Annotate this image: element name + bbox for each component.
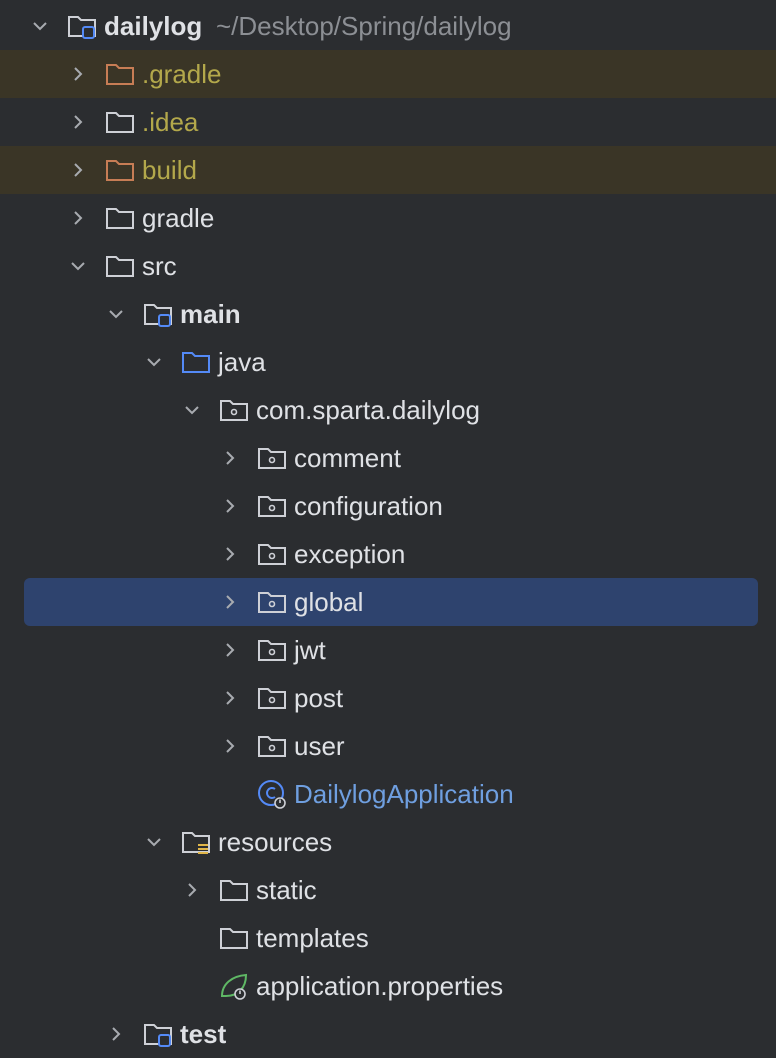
tree-row-comment[interactable]: comment — [0, 434, 776, 482]
package-icon — [258, 448, 286, 469]
tree-root-label: dailylog — [104, 11, 203, 41]
tree-row-dailylog-application[interactable]: DailylogApplication — [0, 770, 776, 818]
tree-item-label: DailylogApplication — [294, 779, 514, 809]
tree-item-label: main — [180, 299, 241, 329]
tree-item-label: java — [218, 347, 266, 377]
tree-item-label: jwt — [294, 635, 326, 665]
tree-item-label: .gradle — [142, 59, 222, 89]
tree-row-configuration[interactable]: configuration — [0, 482, 776, 530]
package-icon — [258, 592, 286, 613]
package-icon — [258, 688, 286, 709]
chevron-right-icon[interactable] — [220, 640, 240, 660]
tree-row-test[interactable]: test — [0, 1010, 776, 1058]
tree-row-application-properties[interactable]: application.properties — [0, 962, 776, 1010]
tree-item-label: configuration — [294, 491, 443, 521]
tree-item-label: static — [256, 875, 317, 905]
tree-item-label: comment — [294, 443, 401, 473]
tree-row-java[interactable]: java — [0, 338, 776, 386]
chevron-right-icon[interactable] — [220, 496, 240, 516]
package-icon — [220, 400, 248, 421]
tree-row-static[interactable]: static — [0, 866, 776, 914]
tree-row-root[interactable]: dailylog ~/Desktop/Spring/dailylog — [0, 2, 776, 50]
tree-item-label: src — [142, 251, 177, 281]
chevron-right-icon[interactable] — [220, 736, 240, 756]
folder-icon — [220, 928, 248, 949]
tree-item-label: global — [294, 587, 364, 617]
chevron-right-icon[interactable] — [220, 592, 240, 612]
tree-item-label: test — [180, 1019, 227, 1049]
tree-row-global[interactable]: global — [0, 578, 776, 626]
tree-root-path: ~/Desktop/Spring/dailylog — [216, 11, 512, 41]
package-icon — [258, 736, 286, 757]
spring-boot-class-icon — [258, 780, 286, 809]
tree-row-root-package[interactable]: com.sparta.dailylog — [0, 386, 776, 434]
chevron-down-icon[interactable] — [144, 352, 164, 372]
tree-row-resources[interactable]: resources — [0, 818, 776, 866]
tree-row-main[interactable]: main — [0, 290, 776, 338]
tree-row-post[interactable]: post — [0, 674, 776, 722]
chevron-down-icon[interactable] — [68, 256, 88, 276]
chevron-right-icon[interactable] — [182, 880, 202, 900]
tree-item-label: exception — [294, 539, 406, 569]
chevron-right-icon[interactable] — [220, 688, 240, 708]
folder-icon — [106, 208, 134, 229]
resources-folder-icon — [182, 832, 210, 854]
chevron-right-icon[interactable] — [68, 64, 88, 84]
package-icon — [258, 544, 286, 565]
module-folder-icon — [144, 304, 172, 327]
module-folder-icon — [68, 16, 96, 39]
source-folder-icon — [182, 352, 210, 373]
tree-row-templates[interactable]: templates — [0, 914, 776, 962]
package-icon — [258, 496, 286, 517]
chevron-down-icon[interactable] — [30, 16, 50, 36]
package-icon — [258, 640, 286, 661]
tree-row-idea[interactable]: .idea — [0, 98, 776, 146]
tree-item-label: build — [142, 155, 197, 185]
folder-icon — [106, 112, 134, 133]
chevron-right-icon[interactable] — [68, 208, 88, 228]
folder-excluded-icon — [106, 160, 134, 181]
chevron-right-icon[interactable] — [68, 112, 88, 132]
chevron-down-icon[interactable] — [182, 400, 202, 420]
folder-excluded-icon — [106, 64, 134, 85]
tree-row-jwt[interactable]: jwt — [0, 626, 776, 674]
tree-row-gradle[interactable]: gradle — [0, 194, 776, 242]
module-folder-icon — [144, 1024, 172, 1047]
tree-item-label: .idea — [142, 107, 199, 137]
tree-row-build[interactable]: build — [0, 146, 776, 194]
folder-icon — [106, 256, 134, 277]
tree-row-user[interactable]: user — [0, 722, 776, 770]
tree-row-src[interactable]: src — [0, 242, 776, 290]
tree-item-label: templates — [256, 923, 369, 953]
chevron-right-icon[interactable] — [220, 448, 240, 468]
project-tree: dailylog ~/Desktop/Spring/dailylog .grad… — [0, 0, 776, 1049]
chevron-down-icon[interactable] — [144, 832, 164, 852]
chevron-down-icon[interactable] — [106, 304, 126, 324]
tree-item-label: user — [294, 731, 345, 761]
folder-icon — [220, 880, 248, 901]
chevron-right-icon[interactable] — [68, 160, 88, 180]
tree-item-label: post — [294, 683, 344, 713]
tree-item-label: com.sparta.dailylog — [256, 395, 480, 425]
tree-row-gradle-cache[interactable]: .gradle — [0, 50, 776, 98]
chevron-right-icon[interactable] — [220, 544, 240, 564]
tree-item-label: resources — [218, 827, 333, 857]
chevron-right-icon[interactable] — [106, 1024, 126, 1044]
spring-properties-icon — [220, 973, 248, 1000]
tree-item-label: application.properties — [256, 971, 504, 1001]
tree-row-exception[interactable]: exception — [0, 530, 776, 578]
tree-item-label: gradle — [142, 203, 215, 233]
